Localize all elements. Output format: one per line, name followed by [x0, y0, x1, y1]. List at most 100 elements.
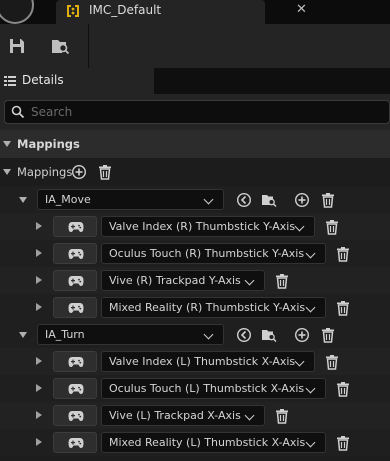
expand-arrow-icon[interactable] [36, 438, 42, 446]
details-tab-title: Details [22, 73, 64, 87]
asset-tab-title: IMC_Default [89, 3, 162, 17]
key-select[interactable]: Oculus Touch (L) Thumbstick X-Axis [101, 378, 326, 399]
gamepad-icon [68, 411, 84, 421]
browse-asset-icon[interactable] [261, 192, 277, 208]
key-mapping-row: Oculus Touch (R) Thumbstick Y-Axis [0, 240, 390, 267]
key-select[interactable]: Valve Index (L) Thumbstick X-Axis [101, 351, 315, 372]
key-select[interactable]: Vive (L) Trackpad X-Axis [101, 405, 265, 426]
collapse-arrow-icon[interactable] [19, 197, 27, 203]
trash-icon[interactable] [324, 219, 340, 235]
trash-icon[interactable] [320, 327, 336, 343]
gamepad-icon [68, 303, 84, 313]
gamepad-icon [68, 357, 84, 367]
save-icon[interactable] [7, 36, 27, 56]
details-tab[interactable]: Details [0, 68, 154, 94]
key-selector-button[interactable] [53, 351, 97, 372]
browse-asset-icon[interactable] [50, 36, 70, 56]
gamepad-icon [68, 438, 84, 448]
key-select-label: Mixed Reality (R) Thumbstick Y-Axis [109, 301, 306, 314]
action-row-ia-move: IA_Move [0, 186, 390, 213]
gamepad-icon [68, 384, 84, 394]
chevron-down-icon [305, 302, 316, 313]
expand-arrow-icon[interactable] [36, 222, 42, 230]
chevron-down-icon [244, 410, 255, 421]
key-select-label: Valve Index (R) Thumbstick Y-Axis [109, 220, 296, 233]
engine-logo [0, 0, 34, 24]
expand-arrow-icon[interactable] [36, 384, 42, 392]
close-tab-icon[interactable]: ✕ [296, 2, 307, 17]
trash-icon[interactable] [97, 164, 113, 180]
collapse-arrow-icon[interactable] [3, 141, 11, 147]
key-selector-button[interactable] [53, 405, 97, 426]
key-select-label: Mixed Reality (L) Thumbstick X-Axis [109, 436, 306, 449]
gamepad-icon [68, 249, 84, 259]
chevron-down-icon [305, 437, 316, 448]
collapse-arrow-icon[interactable] [3, 169, 11, 175]
key-selector-button[interactable] [53, 378, 97, 399]
action-row-ia-turn: IA_Turn [0, 321, 390, 348]
action-select[interactable]: IA_Turn [37, 324, 224, 345]
trash-icon[interactable] [320, 192, 336, 208]
key-selector-button[interactable] [53, 297, 97, 318]
expand-arrow-icon[interactable] [36, 249, 42, 257]
details-panel: Mappings Mappings IA_Move Valve Index (R… [0, 130, 390, 461]
asset-toolbar [0, 24, 390, 68]
add-element-icon[interactable] [294, 327, 310, 343]
expand-arrow-icon[interactable] [36, 411, 42, 419]
trash-icon[interactable] [324, 354, 340, 370]
action-select[interactable]: IA_Move [37, 189, 224, 210]
use-selected-icon[interactable] [236, 192, 252, 208]
trash-icon[interactable] [335, 300, 351, 316]
chevron-down-icon [294, 356, 305, 367]
chevron-down-icon [203, 194, 214, 205]
search-input[interactable] [31, 103, 371, 121]
category-mappings[interactable]: Mappings [0, 130, 390, 158]
key-select[interactable]: Mixed Reality (R) Thumbstick Y-Axis [101, 297, 326, 318]
browse-asset-icon[interactable] [261, 327, 277, 343]
key-select-label: Oculus Touch (L) Thumbstick X-Axis [109, 382, 305, 395]
key-select[interactable]: Valve Index (R) Thumbstick Y-Axis [101, 216, 315, 237]
key-mapping-row: Mixed Reality (L) Thumbstick X-Axis [0, 429, 390, 456]
asset-tab[interactable]: IMC_Default ✕ [56, 0, 307, 24]
chevron-down-icon [203, 329, 214, 340]
category-label: Mappings [17, 137, 80, 151]
action-select-label: IA_Move [45, 193, 91, 206]
collapse-arrow-icon[interactable] [19, 332, 27, 338]
key-selector-button[interactable] [53, 243, 97, 264]
key-selector-button[interactable] [53, 216, 97, 237]
chevron-down-icon [294, 221, 305, 232]
key-select-label: Vive (L) Trackpad X-Axis [109, 409, 241, 422]
search-box[interactable] [4, 100, 390, 124]
add-element-icon[interactable] [71, 164, 87, 180]
chevron-down-icon [305, 248, 316, 259]
expand-arrow-icon[interactable] [36, 276, 42, 284]
gamepad-icon [68, 276, 84, 286]
top-tab-bar: IMC_Default ✕ [0, 0, 390, 24]
key-select-label: Oculus Touch (R) Thumbstick Y-Axis [109, 247, 305, 260]
expand-arrow-icon[interactable] [36, 303, 42, 311]
key-select[interactable]: Mixed Reality (L) Thumbstick X-Axis [101, 432, 326, 453]
key-select[interactable]: Vive (R) Trackpad Y-Axis [101, 270, 265, 291]
use-selected-icon[interactable] [236, 327, 252, 343]
key-mapping-row: Valve Index (R) Thumbstick Y-Axis [0, 213, 390, 240]
key-select-label: Valve Index (L) Thumbstick X-Axis [109, 355, 296, 368]
trash-icon[interactable] [335, 435, 351, 451]
mappings-array-header: Mappings [0, 158, 390, 186]
expand-arrow-icon[interactable] [36, 357, 42, 365]
key-mapping-row: Vive (L) Trackpad X-Axis [0, 402, 390, 429]
trash-icon[interactable] [274, 273, 290, 289]
key-mapping-row: Vive (R) Trackpad Y-Axis [0, 267, 390, 294]
trash-icon[interactable] [335, 381, 351, 397]
mappings-label: Mappings [17, 165, 73, 179]
key-select[interactable]: Oculus Touch (R) Thumbstick Y-Axis [101, 243, 326, 264]
toolbar-separator [88, 24, 89, 68]
key-selector-button[interactable] [53, 432, 97, 453]
details-icon [4, 76, 16, 86]
input-mapping-context-icon [67, 5, 79, 17]
search-bar [0, 94, 390, 130]
trash-icon[interactable] [335, 246, 351, 262]
chevron-down-icon [305, 383, 316, 394]
trash-icon[interactable] [274, 408, 290, 424]
add-element-icon[interactable] [294, 192, 310, 208]
key-selector-button[interactable] [53, 270, 97, 291]
